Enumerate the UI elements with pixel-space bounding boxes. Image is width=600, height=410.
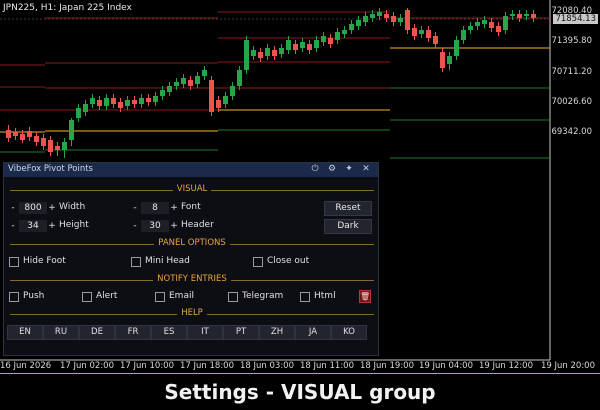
time-axis-label: 19 Jun 20:00: [541, 361, 595, 371]
visual-section-header: VISUAL: [10, 184, 374, 196]
time-axis-label: 19 Jun 12:00: [479, 361, 533, 371]
help-heading: HELP: [177, 308, 207, 318]
symbol-title: JPN225, H1: Japan 225 Index: [3, 3, 132, 13]
height-decrease-button[interactable]: -: [9, 220, 17, 232]
price-axis-label: 71395.80: [551, 36, 592, 46]
panel-title: VibeFox Pivot Points: [8, 164, 93, 174]
pin-icon[interactable]: ✦: [343, 164, 355, 174]
width-label: Width: [59, 202, 86, 212]
lang-button-pt[interactable]: PT: [223, 325, 259, 340]
time-axis-label: 19 Jun 04:00: [419, 361, 473, 371]
close-out-label: Close out: [267, 256, 310, 266]
visual-heading: VISUAL: [172, 184, 212, 194]
width-decrease-button[interactable]: -: [9, 202, 17, 214]
price-axis-label: 70711.20: [551, 67, 592, 77]
gear-icon[interactable]: ⚙: [326, 164, 338, 174]
email-checkbox[interactable]: [155, 292, 165, 302]
header-value-field[interactable]: 30: [141, 220, 169, 232]
alert-checkbox[interactable]: [82, 292, 92, 302]
width-value-field[interactable]: 800: [19, 202, 47, 214]
height-increase-button[interactable]: +: [48, 220, 56, 232]
push-checkbox[interactable]: [9, 292, 19, 302]
header-decrease-button[interactable]: -: [131, 220, 139, 232]
width-increase-button[interactable]: +: [48, 202, 56, 214]
hide-foot-checkbox[interactable]: [9, 257, 19, 267]
lang-button-ja[interactable]: JA: [295, 325, 331, 340]
telegram-checkbox[interactable]: [228, 292, 238, 302]
time-axis-label: 17 Jun 02:00: [60, 361, 114, 371]
notify-heading: NOTIFY ENTRIES: [153, 274, 231, 284]
hide-foot-label: Hide Foot: [23, 256, 66, 266]
time-axis-label: 18 Jun 03:00: [240, 361, 294, 371]
close-icon[interactable]: ✕: [360, 164, 372, 174]
screenshot-caption: Settings - VISUAL group: [0, 373, 600, 410]
price-axis-label: 70026.60: [551, 97, 592, 107]
time-axis-label: 16 Jun 2026: [0, 361, 52, 371]
power-icon[interactable]: ⏻: [309, 164, 321, 174]
time-axis-label: 17 Jun 18:00: [180, 361, 234, 371]
lang-button-ru[interactable]: RU: [43, 325, 79, 340]
html-label: Html: [314, 291, 336, 301]
html-checkbox[interactable]: [300, 292, 310, 302]
lang-button-fr[interactable]: FR: [115, 325, 151, 340]
font-value-field[interactable]: 8: [141, 202, 169, 214]
reset-button[interactable]: Reset: [324, 201, 372, 216]
email-label: Email: [169, 291, 194, 301]
font-increase-button[interactable]: +: [170, 202, 178, 214]
help-section-header: HELP: [10, 308, 374, 320]
panel-titlebar[interactable]: VibeFox Pivot Points ⏻ ⚙ ✦ ✕: [4, 163, 378, 177]
height-value-field[interactable]: 34: [19, 220, 47, 232]
font-label: Font: [181, 202, 201, 212]
lang-button-it[interactable]: IT: [187, 325, 223, 340]
lang-button-de[interactable]: DE: [79, 325, 115, 340]
mini-head-label: Mini Head: [145, 256, 190, 266]
font-decrease-button[interactable]: -: [131, 202, 139, 214]
alert-label: Alert: [96, 291, 118, 301]
height-label: Height: [59, 220, 89, 230]
mini-head-checkbox[interactable]: [131, 257, 141, 267]
header-increase-button[interactable]: +: [170, 220, 178, 232]
lang-button-ko[interactable]: KO: [331, 325, 367, 340]
time-axis-label: 17 Jun 10:00: [120, 361, 174, 371]
time-axis-label: 18 Jun 11:00: [300, 361, 354, 371]
trash-icon[interactable]: 🗑: [359, 290, 371, 303]
dark-theme-button[interactable]: Dark: [324, 219, 372, 234]
header-label: Header: [181, 220, 214, 230]
close-out-checkbox[interactable]: [253, 257, 263, 267]
panel-options-heading: PANEL OPTIONS: [154, 238, 230, 248]
push-label: Push: [23, 291, 45, 301]
telegram-label: Telegram: [242, 291, 284, 301]
caption-text: Settings - VISUAL group: [164, 380, 436, 404]
time-axis-label: 18 Jun 19:00: [360, 361, 414, 371]
current-price-label: 71854.13: [553, 14, 598, 24]
notify-section-header: NOTIFY ENTRIES: [10, 274, 374, 286]
lang-button-es[interactable]: ES: [151, 325, 187, 340]
lang-button-en[interactable]: EN: [7, 325, 43, 340]
lang-button-zh[interactable]: ZH: [259, 325, 295, 340]
price-axis-label: 69342.00: [551, 127, 592, 137]
panel-options-section-header: PANEL OPTIONS: [10, 238, 374, 250]
